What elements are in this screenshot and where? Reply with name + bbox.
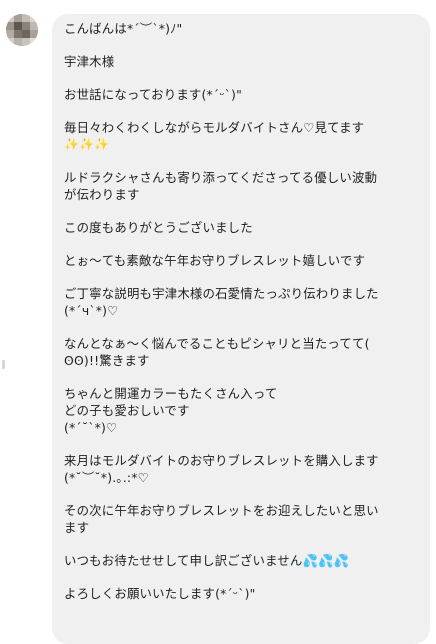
scroll-indicator	[2, 360, 5, 369]
message-line-bracelet: とぉ〜ても素敵な午年お守りブレスレット嬉しいです	[64, 253, 366, 268]
message-line-explanation: ご丁寧な説明も宇津木様の石愛情たっぷり伝わりました	[64, 286, 379, 301]
message-line-regards: お世話になっております(*ˊᵕˋ)"	[64, 87, 242, 102]
message-line-colors-face: (*´˘`*)♡	[64, 420, 118, 435]
message-line-next-month-face: (*˘︶˘*).｡.:*♡	[64, 470, 149, 485]
message-line-colors-cont: どの子も愛おしいです	[64, 403, 190, 418]
message-line-next-month: 来月はモルダバイトのお守りブレスレットを購入します	[64, 453, 379, 468]
message-line-after-cont: ます	[64, 520, 90, 535]
message-line-colors: ちゃんと開運カラーもたくさん入って	[64, 386, 278, 401]
message-bubble: こんばんは*´︶`*)ﾉ" 宇津木様 お世話になっております(*ˊᵕˋ)" 毎日…	[52, 14, 430, 644]
message-line-rudraksha: ルドラクシャさんも寄り添ってくださってる優しい波動	[64, 170, 378, 185]
message-line-explanation-face: (*´ч`*)♡	[64, 303, 119, 318]
message-line-daily: 毎日々わくわくしながらモルダバイトさん♡見てます	[64, 120, 365, 135]
message-line-closing: よろしくお願いいたします(*ˊᵕˋ)"	[64, 586, 256, 601]
message-line-thanks: この度もありがとうございました	[64, 220, 253, 235]
sparkles-emoji-icon: ✨✨✨	[64, 137, 110, 151]
message-line-worries: なんとなぁ〜く悩んでることもピシャリと当たってて(	[64, 336, 370, 351]
message-line-apology: いつもお待たせせして申し訳ございません💦💦💦	[64, 553, 350, 568]
message-line-greeting: こんばんは*´︶`*)ﾉ"	[64, 21, 183, 36]
blurred-user-avatar-icon	[6, 14, 38, 46]
message-line-after: その次に午年お守りブレスレットをお迎えしたいと思い	[64, 503, 379, 518]
message-line-rudraksha-cont: が伝わります	[64, 187, 140, 202]
avatar[interactable]	[6, 14, 38, 46]
message-line-addressee: 宇津木様	[64, 54, 115, 69]
message-line-worries-cont: ʘʘ)!!驚きます	[64, 353, 150, 368]
